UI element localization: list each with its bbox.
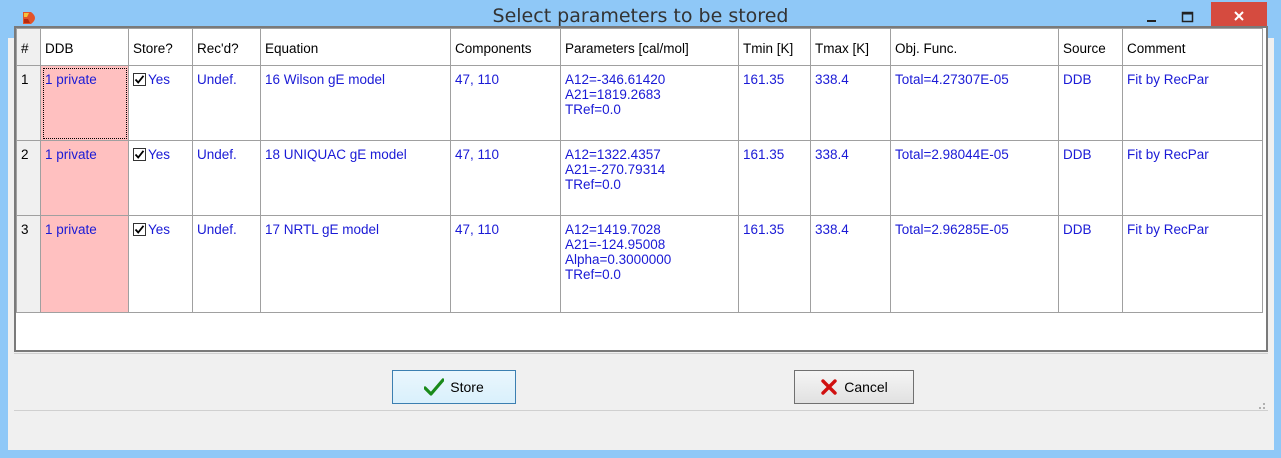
store-checkbox[interactable] <box>133 73 146 86</box>
store-checkbox[interactable] <box>133 148 146 161</box>
comment-cell[interactable]: Fit by RecPar <box>1122 215 1263 313</box>
resize-grip-icon[interactable] <box>1254 398 1266 410</box>
parameter-line: A12=1419.7028 <box>565 222 661 237</box>
checkmark-icon <box>134 150 145 159</box>
recd-cell[interactable]: Undef. <box>192 215 261 313</box>
row-number[interactable]: 2 <box>16 140 41 216</box>
column-header[interactable]: Tmin [K] <box>738 28 811 66</box>
parameters-grid[interactable]: # DDB Store? Rec'd? Equation Components … <box>14 26 1268 352</box>
tmax-cell[interactable]: 338.4 <box>810 65 891 141</box>
parameter-line: TRef=0.0 <box>565 267 621 282</box>
ddb-cell[interactable]: 1 private <box>40 140 129 216</box>
table-row[interactable]: 3 1 private Yes Undef. 17 NRTL gE model … <box>16 215 1263 313</box>
tmin-cell[interactable]: 161.35 <box>738 140 811 216</box>
ddb-cell[interactable]: 1 private <box>40 65 129 141</box>
tmax-cell[interactable]: 338.4 <box>810 140 891 216</box>
column-header[interactable]: Obj. Func. <box>890 28 1059 66</box>
store-label: Yes <box>148 222 171 237</box>
cancel-button[interactable]: Cancel <box>794 370 914 404</box>
store-cell[interactable]: Yes <box>128 215 193 313</box>
row-number[interactable]: 1 <box>16 65 41 141</box>
parameter-line: A21=-270.79314 <box>565 162 666 177</box>
minimize-icon <box>1147 20 1156 22</box>
store-cell[interactable]: Yes <box>128 65 193 141</box>
parameter-line: A21=1819.2683 <box>565 87 661 102</box>
objfunc-cell[interactable]: Total=2.96285E-05 <box>890 215 1059 313</box>
column-header[interactable]: DDB <box>40 28 129 66</box>
button-bar: Store Cancel <box>14 353 1268 411</box>
store-cell[interactable]: Yes <box>128 140 193 216</box>
recd-cell[interactable]: Undef. <box>192 140 261 216</box>
tmin-cell[interactable]: 161.35 <box>738 215 811 313</box>
tmax-cell[interactable]: 338.4 <box>810 215 891 313</box>
comment-cell[interactable]: Fit by RecPar <box>1122 65 1263 141</box>
column-header[interactable]: Comment <box>1122 28 1263 66</box>
recd-cell[interactable]: Undef. <box>192 65 261 141</box>
objfunc-cell[interactable]: Total=4.27307E-05 <box>890 65 1059 141</box>
store-button-label: Store <box>450 379 484 395</box>
store-button[interactable]: Store <box>392 370 516 404</box>
parameter-line: A21=-124.95008 <box>565 237 666 252</box>
source-cell[interactable]: DDB <box>1058 65 1123 141</box>
column-header[interactable]: Components <box>450 28 561 66</box>
equation-cell[interactable]: 16 Wilson gE model <box>260 65 451 141</box>
parameter-line: Alpha=0.3000000 <box>565 252 672 267</box>
row-number[interactable]: 3 <box>16 215 41 313</box>
green-check-icon <box>424 378 445 396</box>
red-x-icon <box>821 379 837 395</box>
checkmark-icon <box>134 75 145 84</box>
store-label: Yes <box>148 147 171 162</box>
maximize-icon <box>1181 11 1194 23</box>
column-header[interactable]: # <box>16 28 41 66</box>
components-cell[interactable]: 47, 110 <box>450 65 561 141</box>
parameters-cell[interactable]: A12=1419.7028 A21=-124.95008 Alpha=0.300… <box>560 215 739 313</box>
table-row[interactable]: 1 1 private Yes Undef. 16 Wilson gE mode… <box>16 65 1263 141</box>
parameters-cell[interactable]: A12=1322.4357 A21=-270.79314 TRef=0.0 <box>560 140 739 216</box>
components-cell[interactable]: 47, 110 <box>450 215 561 313</box>
table-header-row: # DDB Store? Rec'd? Equation Components … <box>16 28 1263 66</box>
column-header[interactable]: Equation <box>260 28 451 66</box>
column-header[interactable]: Source <box>1058 28 1123 66</box>
close-icon <box>1234 11 1244 21</box>
source-cell[interactable]: DDB <box>1058 215 1123 313</box>
column-header[interactable]: Tmax [K] <box>810 28 891 66</box>
dialog-window: Select parameters to be stored # DDB Sto… <box>0 0 1281 458</box>
parameter-line: A12=1322.4357 <box>565 147 661 162</box>
comment-cell[interactable]: Fit by RecPar <box>1122 140 1263 216</box>
ddb-cell[interactable]: 1 private <box>40 215 129 313</box>
equation-cell[interactable]: 18 UNIQUAC gE model <box>260 140 451 216</box>
cancel-button-label: Cancel <box>844 379 888 395</box>
table-row[interactable]: 2 1 private Yes Undef. 18 UNIQUAC gE mod… <box>16 140 1263 216</box>
column-header[interactable]: Store? <box>128 28 193 66</box>
equation-cell[interactable]: 17 NRTL gE model <box>260 215 451 313</box>
parameter-line: A12=-346.61420 <box>565 72 666 87</box>
objfunc-cell[interactable]: Total=2.98044E-05 <box>890 140 1059 216</box>
column-header[interactable]: Rec'd? <box>192 28 261 66</box>
column-header[interactable]: Parameters [cal/mol] <box>560 28 739 66</box>
source-cell[interactable]: DDB <box>1058 140 1123 216</box>
tmin-cell[interactable]: 161.35 <box>738 65 811 141</box>
store-checkbox[interactable] <box>133 223 146 236</box>
checkmark-icon <box>134 225 145 234</box>
parameters-table: # DDB Store? Rec'd? Equation Components … <box>16 28 1263 313</box>
parameters-cell[interactable]: A12=-346.61420 A21=1819.2683 TRef=0.0 <box>560 65 739 141</box>
parameter-line: TRef=0.0 <box>565 177 621 192</box>
components-cell[interactable]: 47, 110 <box>450 140 561 216</box>
parameter-line: TRef=0.0 <box>565 102 621 117</box>
store-label: Yes <box>148 72 171 87</box>
